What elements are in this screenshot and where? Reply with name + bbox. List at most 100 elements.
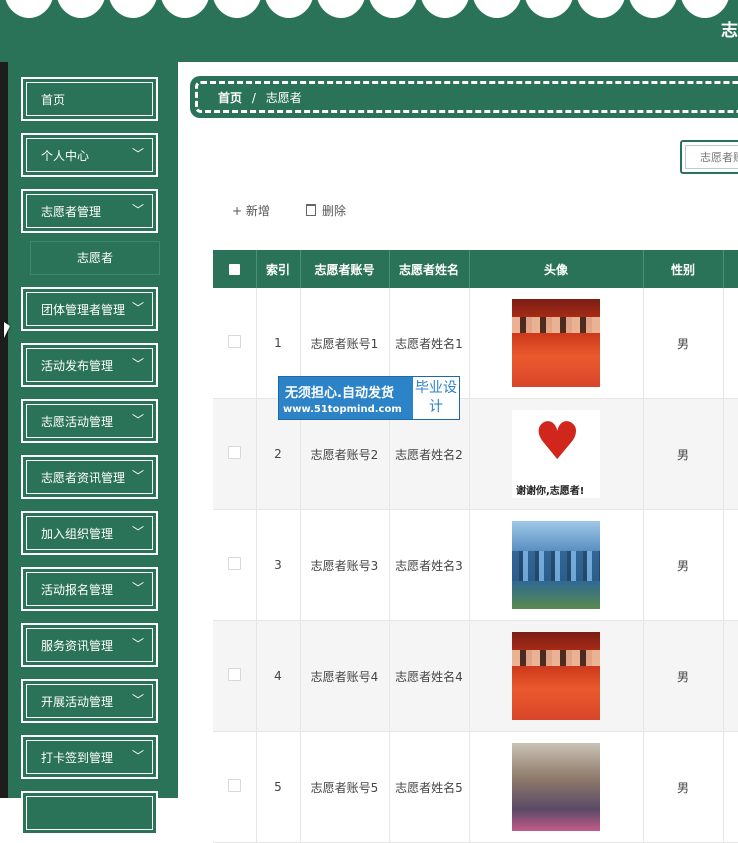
delete-label: 删除 <box>322 204 347 218</box>
search-box <box>680 140 738 174</box>
decor-scallop <box>160 0 210 18</box>
cell-overflow <box>723 620 738 732</box>
select-all-checkbox[interactable] <box>228 264 240 275</box>
select-all-header[interactable] <box>213 250 257 288</box>
avatar-image <box>512 632 600 720</box>
row-checkbox[interactable] <box>227 668 241 681</box>
table-row[interactable]: 4 志愿者账号4 志愿者姓名4 男 <box>213 620 738 732</box>
row-checkbox[interactable] <box>227 779 241 792</box>
avatar-image <box>512 299 600 387</box>
cell-avatar <box>469 620 644 732</box>
cell-gender: 男 <box>643 620 724 732</box>
cell-overflow <box>723 509 738 621</box>
decor-scallop <box>212 0 262 18</box>
sidebar-item-service-news-management[interactable]: 服务资讯管理 ﹀ <box>21 623 158 667</box>
decor-scallop <box>108 0 158 18</box>
avatar-image: ♥ 谢谢你,志愿者! <box>512 410 600 498</box>
chevron-down-icon: ﹀ <box>131 581 144 595</box>
column-header: 志愿者账号 <box>300 250 390 288</box>
chevron-down-icon: ﹀ <box>131 413 144 427</box>
sidebar-item-home[interactable]: 首页 <box>21 77 158 121</box>
sidebar-item-label: 首页 <box>41 93 66 107</box>
cell-avatar: ♥ 谢谢你,志愿者! <box>469 398 644 510</box>
row-select-cell[interactable] <box>213 731 257 843</box>
cell-overflow <box>723 398 738 510</box>
sidebar: 首页 个人中心 ﹀ 志愿者管理 ﹀ 志愿者 团体管理者管理 ﹀ 活动发布管理 ﹀… <box>8 62 178 835</box>
decor-scallop <box>524 0 574 18</box>
column-header: 志愿者姓名 <box>389 250 470 288</box>
row-select-cell[interactable] <box>213 398 257 510</box>
mouse-cursor-icon <box>4 322 10 338</box>
row-checkbox[interactable] <box>227 446 241 459</box>
sidebar-item-label: 团体管理者管理 <box>41 303 126 317</box>
chevron-down-icon: ﹀ <box>131 693 144 707</box>
sidebar-item-personal-center[interactable]: 个人中心 ﹀ <box>21 133 158 177</box>
chevron-down-icon: ﹀ <box>131 203 144 217</box>
sidebar-subitem-volunteer[interactable]: 志愿者 <box>30 241 160 275</box>
avatar-image <box>512 743 600 831</box>
cell-name: 志愿者姓名4 <box>389 620 470 732</box>
row-select-cell[interactable] <box>213 288 257 399</box>
sidebar-item-volunteer-news-management[interactable]: 志愿者资讯管理 ﹀ <box>21 455 158 499</box>
chevron-down-icon: ﹀ <box>131 301 144 315</box>
sidebar-item-conduct-activity-management[interactable]: 开展活动管理 ﹀ <box>21 679 158 723</box>
heart-icon: ♥ <box>534 412 581 472</box>
sidebar-item-group-manager-management[interactable]: 团体管理者管理 ﹀ <box>21 287 158 331</box>
row-select-cell[interactable] <box>213 620 257 732</box>
sidebar-item-join-organization-management[interactable]: 加入组织管理 ﹀ <box>21 511 158 555</box>
chevron-down-icon: ﹀ <box>131 637 144 651</box>
sidebar-item-label: 打卡签到管理 <box>41 751 114 765</box>
row-select-cell[interactable] <box>213 509 257 621</box>
volunteer-table: 索引 志愿者账号 志愿者姓名 头像 性别 1 志愿者账号1 志愿者姓名1 男 2 <box>213 250 738 843</box>
decor-scallop <box>264 0 314 18</box>
search-input[interactable] <box>685 145 738 169</box>
sidebar-item-activity-publish-management[interactable]: 活动发布管理 ﹀ <box>21 343 158 387</box>
decor-scallop <box>472 0 522 18</box>
top-header: 志 <box>0 0 738 62</box>
row-checkbox[interactable] <box>227 335 241 348</box>
watermark-line1: 无须担心.自动发货 <box>285 386 394 401</box>
decor-scallop <box>316 0 366 18</box>
table-row[interactable]: 5 志愿者账号5 志愿者姓名5 男 <box>213 731 738 843</box>
table-header-row: 索引 志愿者账号 志愿者姓名 头像 性别 <box>213 250 738 288</box>
sidebar-item-volunteer-activity-management[interactable]: 志愿活动管理 ﹀ <box>21 399 158 443</box>
avatar-image <box>512 521 600 609</box>
breadcrumb-home[interactable]: 首页 <box>218 91 242 105</box>
sidebar-item-activity-signup-management[interactable]: 活动报名管理 ﹀ <box>21 567 158 611</box>
cell-index: 3 <box>256 509 301 621</box>
cell-account: 志愿者账号4 <box>300 620 390 732</box>
column-header: 性别 <box>643 250 724 288</box>
cell-gender: 男 <box>643 731 724 843</box>
decor-scallop <box>4 0 54 18</box>
decor-scallop <box>628 0 678 18</box>
column-header-overflow <box>723 250 738 288</box>
row-checkbox[interactable] <box>227 557 241 570</box>
decor-scallop <box>56 0 106 18</box>
decor-scallop <box>420 0 470 18</box>
decor-scallop <box>576 0 626 18</box>
breadcrumb-separator: / <box>251 91 256 105</box>
decor-scallop <box>368 0 418 18</box>
sidebar-item-label: 服务资讯管理 <box>41 639 114 653</box>
cell-index: 4 <box>256 620 301 732</box>
sidebar-item-label: 开展活动管理 <box>41 695 114 709</box>
cell-avatar <box>469 509 644 621</box>
cell-gender: 男 <box>643 509 724 621</box>
sidebar-item-checkin-management[interactable]: 打卡签到管理 ﹀ <box>21 735 158 779</box>
chevron-down-icon: ﹀ <box>131 469 144 483</box>
chevron-down-icon: ﹀ <box>131 147 144 161</box>
sidebar-item-volunteer-management[interactable]: 志愿者管理 ﹀ <box>21 189 158 233</box>
cell-gender: 男 <box>643 288 724 399</box>
avatar-caption: 谢谢你,志愿者! <box>516 486 585 497</box>
sidebar-item-label: 活动发布管理 <box>41 359 114 373</box>
cell-index: 5 <box>256 731 301 843</box>
delete-button[interactable]: 删除 <box>306 202 346 219</box>
add-button[interactable]: + 新增 <box>232 202 270 219</box>
cell-overflow <box>723 731 738 843</box>
chevron-down-icon: ﹀ <box>131 749 144 763</box>
cell-avatar <box>469 731 644 843</box>
table-row[interactable]: 3 志愿者账号3 志愿者姓名3 男 <box>213 509 738 621</box>
watermark-badge: 毕业设计 <box>413 377 459 419</box>
sidebar-item-label: 志愿活动管理 <box>41 415 114 429</box>
watermark-line2: www.51topmind.com <box>283 404 402 415</box>
